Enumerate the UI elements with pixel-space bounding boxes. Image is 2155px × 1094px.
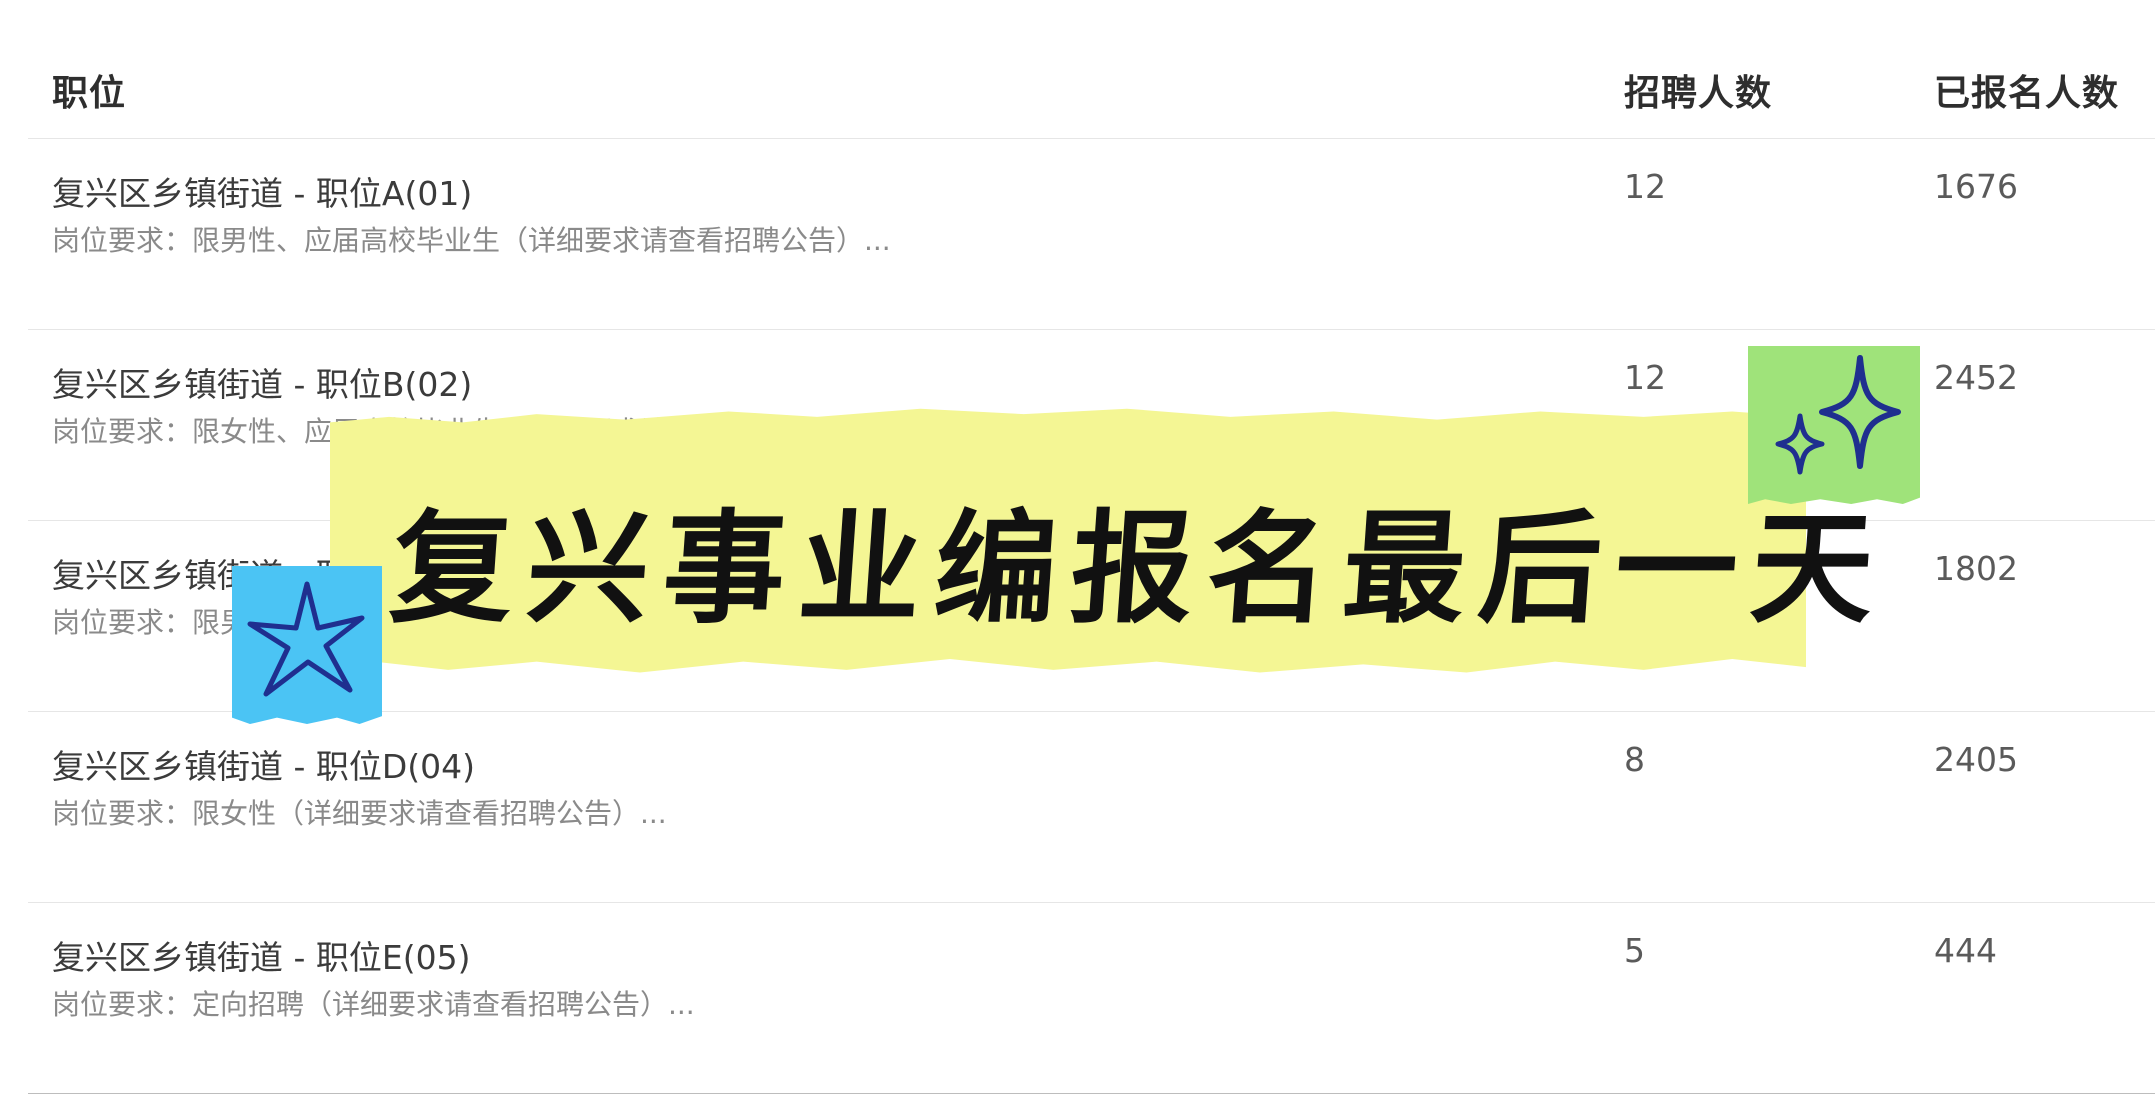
hire-count: 8	[1624, 740, 1645, 779]
position-title[interactable]: 复兴区乡镇街道 - 职位A(01)	[52, 167, 472, 215]
position-title[interactable]: 复兴区乡镇街道 - 职位E(05)	[52, 931, 470, 979]
applied-count: 444	[1934, 931, 1997, 970]
table-row[interactable]: 复兴区乡镇街道 - 职位D(04) 岗位要求：限女性（详细要求请查看招聘公告）.…	[28, 712, 2155, 903]
position-requirement: 岗位要求：限女性（详细要求请查看招聘公告）...	[52, 797, 667, 830]
table-header: 职位 招聘人数 已报名人数	[28, 0, 2155, 139]
star-icon	[247, 581, 365, 697]
hire-count: 12	[1624, 167, 1666, 206]
sparkle-icon	[1775, 355, 1901, 475]
header-applied-count: 已报名人数	[1934, 73, 2120, 114]
position-title[interactable]: 复兴区乡镇街道 - 职位B(02)	[52, 358, 472, 406]
applied-count: 1676	[1934, 167, 2018, 206]
header-position: 职位	[52, 73, 127, 114]
hire-count: 5	[1624, 931, 1645, 970]
position-requirement: 岗位要求：定向招聘（详细要求请查看招聘公告）...	[52, 988, 695, 1021]
blue-sticker	[232, 566, 382, 724]
applied-count: 1802	[1934, 549, 2018, 588]
hire-count: 12	[1624, 358, 1666, 397]
position-requirement: 岗位要求：限男性、应届高校毕业生（详细要求请查看招聘公告）...	[52, 224, 891, 257]
header-hire-count: 招聘人数	[1624, 73, 1773, 114]
table-row[interactable]: 复兴区乡镇街道 - 职位E(05) 岗位要求：定向招聘（详细要求请查看招聘公告）…	[28, 903, 2155, 1094]
applied-count: 2405	[1934, 740, 2018, 779]
banner-title: 复兴事业编报名最后一天	[386, 498, 1893, 640]
table-row[interactable]: 复兴区乡镇街道 - 职位A(01) 岗位要求：限男性、应届高校毕业生（详细要求请…	[28, 139, 2155, 330]
position-title[interactable]: 复兴区乡镇街道 - 职位D(04)	[52, 740, 475, 788]
applied-count: 2452	[1934, 358, 2018, 397]
green-sticker	[1748, 346, 1920, 504]
